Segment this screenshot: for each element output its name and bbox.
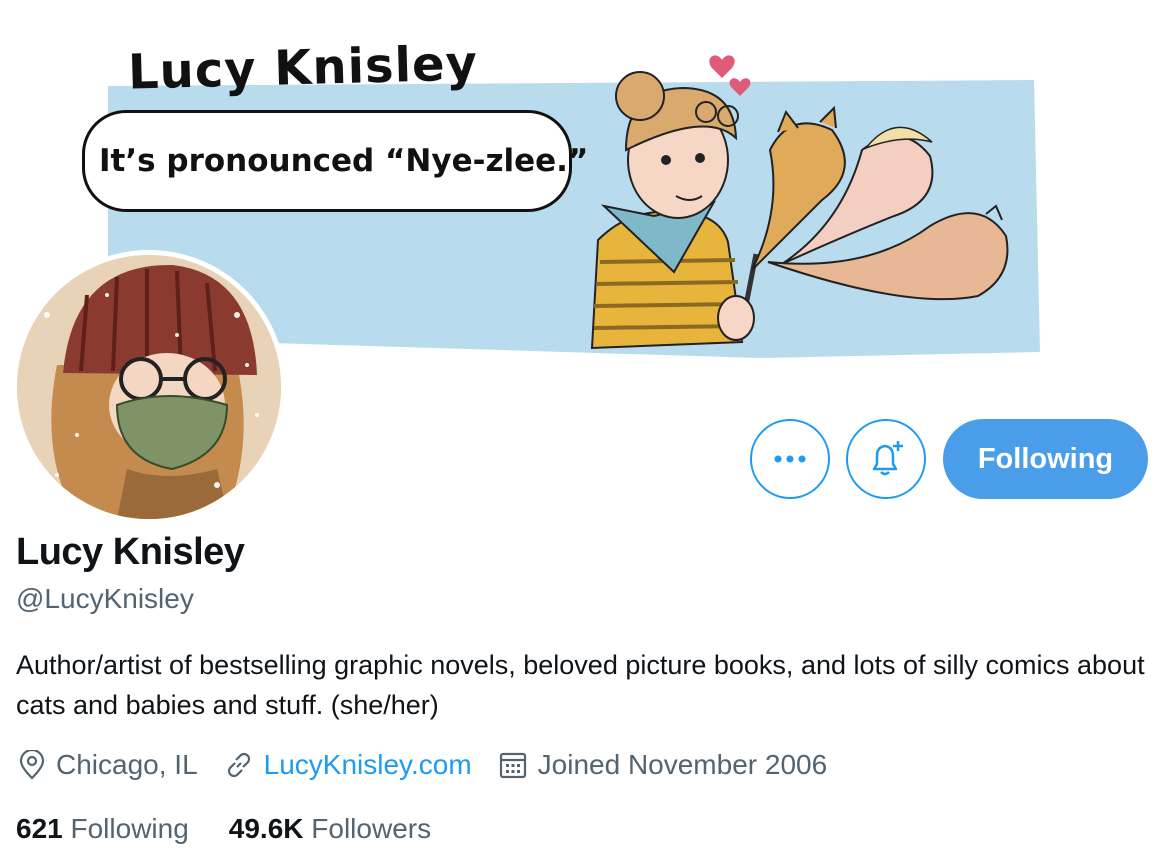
followers-count: 49.6K — [228, 813, 304, 844]
avatar-image — [17, 255, 281, 519]
follow-stats: 621 Following 49.6K Followers — [16, 813, 471, 845]
location-text: Chicago, IL — [56, 749, 198, 780]
following-count: 621 — [16, 813, 63, 844]
notification-bell-plus-icon — [872, 441, 903, 476]
more-icon — [774, 455, 806, 463]
website-link[interactable]: LucyKnisley.com — [264, 749, 472, 781]
followers-stat[interactable]: 49.6K Followers — [229, 813, 431, 845]
link-icon — [227, 752, 250, 778]
profile-bio: Author/artist of bestselling graphic nov… — [16, 650, 1145, 720]
following-button[interactable]: Following — [943, 419, 1148, 499]
join-date-text: Joined November 2006 — [537, 749, 828, 780]
location-pin-icon — [19, 750, 45, 780]
notifications-button[interactable] — [846, 419, 926, 499]
username-handle: @LucyKnisley — [16, 583, 194, 614]
more-button[interactable] — [750, 419, 830, 499]
join-date: Joined November 2006 — [498, 749, 828, 781]
calendar-icon — [499, 752, 526, 779]
following-label: Following — [70, 813, 189, 844]
location: Chicago, IL — [18, 749, 198, 781]
following-stat[interactable]: 621 Following — [16, 813, 189, 845]
banner-speech-text: It’s pronounced “Nye-zlee.” — [99, 143, 589, 179]
website[interactable]: LucyKnisley.com — [224, 749, 472, 781]
display-name: Lucy Knisley — [16, 531, 245, 573]
profile-meta: Chicago, IL LucyKnisley.com Joined Novem… — [18, 749, 853, 781]
banner-title: Lucy Knisley — [127, 35, 479, 101]
followers-label: Followers — [311, 813, 432, 844]
banner-speech-bubble: It’s pronounced “Nye-zlee.” — [82, 110, 588, 212]
avatar[interactable] — [12, 250, 286, 524]
